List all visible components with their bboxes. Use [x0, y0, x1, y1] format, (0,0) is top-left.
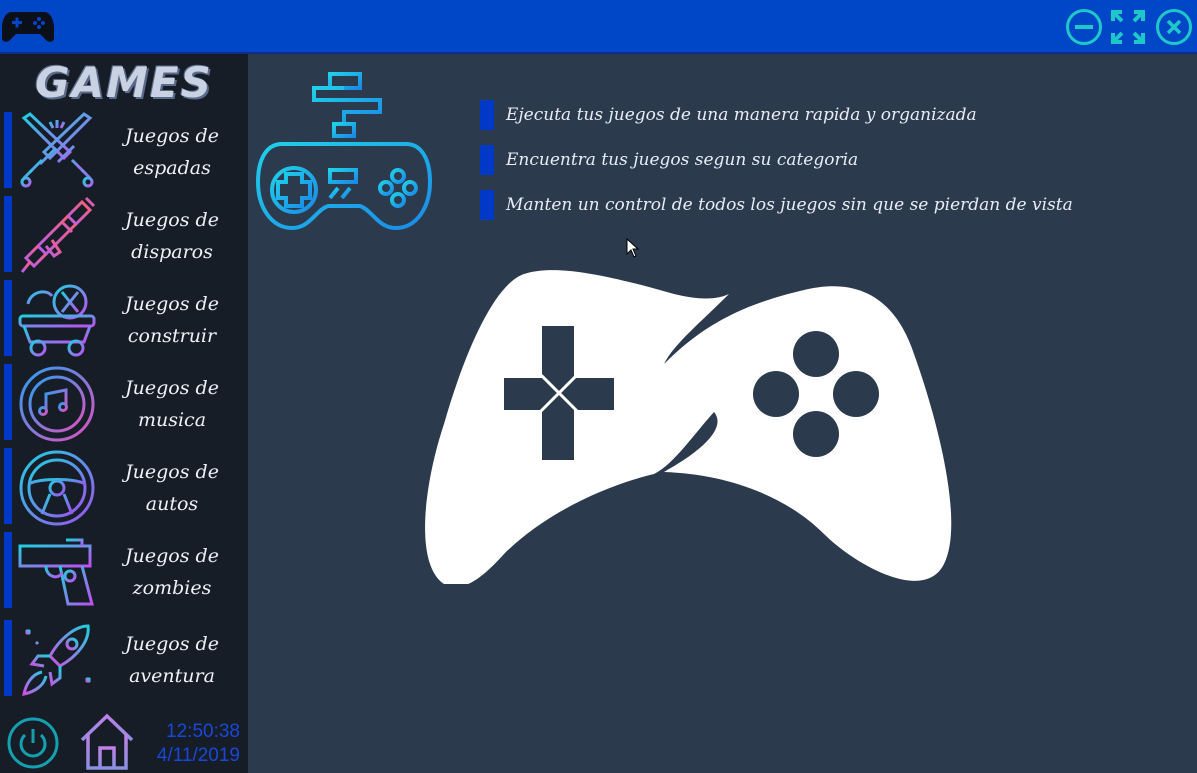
item-label: Juegos de disparos: [110, 198, 234, 274]
label-line1: Juegos de: [125, 461, 219, 483]
label-line2: construir: [127, 325, 217, 347]
wheelbarrow-icon: [18, 284, 96, 357]
item-label: Juegos de espadas: [110, 114, 234, 190]
sidebar-item-aventura[interactable]: Juegos de aventura: [0, 618, 248, 702]
steering-wheel-icon: [19, 450, 95, 526]
brand-title: GAMES: [35, 57, 213, 107]
feature-text: Encuentra tus juegos segun su categoria: [506, 150, 859, 170]
power-icon[interactable]: [6, 716, 60, 770]
label-line1: Juegos de: [125, 209, 219, 231]
feature-marker: [480, 100, 494, 130]
close-button[interactable]: [1156, 9, 1192, 45]
feature-text: Ejecuta tus juegos de una manera rapida …: [506, 105, 977, 125]
home-icon[interactable]: [78, 712, 136, 772]
item-accent: [4, 196, 12, 272]
label-line2: espadas: [133, 157, 211, 179]
sidebar: GAMES Juegos de espadas Juegos de dispar…: [0, 54, 248, 773]
item-label: Juegos de aventura: [110, 622, 234, 698]
sidebar-item-disparos[interactable]: Juegos de disparos: [0, 194, 248, 278]
clock-date: 4/11/2019: [156, 745, 240, 766]
item-accent: [4, 448, 12, 524]
maximize-button[interactable]: [1110, 9, 1146, 45]
sidebar-item-zombies[interactable]: Juegos de zombies: [0, 530, 248, 614]
pistol-icon: [18, 538, 94, 606]
feature-marker: [480, 145, 494, 175]
label-line2: zombies: [132, 577, 212, 599]
label-line1: Juegos de: [125, 377, 219, 399]
item-label: Juegos de construir: [110, 282, 234, 358]
item-label: Juegos de musica: [110, 366, 234, 442]
item-label: Juegos de autos: [110, 450, 234, 526]
gamepad-plug-icon: [255, 60, 433, 231]
close-icon: [1166, 19, 1182, 35]
minimize-icon: [1075, 25, 1093, 29]
clock: 12:50:38 4/11/2019: [148, 720, 240, 768]
sidebar-item-construir[interactable]: Juegos de construir: [0, 278, 248, 362]
feature-text: Manten un control de todos los juegos si…: [506, 195, 1073, 215]
sidebar-item-autos[interactable]: Juegos de autos: [0, 446, 248, 530]
item-label: Juegos de zombies: [110, 534, 234, 610]
item-accent: [4, 112, 12, 188]
maximize-icon: [1111, 10, 1145, 44]
sidebar-item-espadas[interactable]: Juegos de espadas: [0, 110, 248, 194]
label-line1: Juegos de: [125, 545, 219, 567]
sidebar-footer: 12:50:38 4/11/2019: [0, 708, 248, 773]
mouse-cursor-icon: [626, 238, 640, 258]
clock-time: 12:50:38: [166, 721, 240, 742]
label-line2: musica: [137, 409, 207, 431]
rifle-icon: [20, 196, 96, 273]
item-accent: [4, 620, 12, 696]
music-disc-icon: [19, 366, 95, 442]
feature-item: Manten un control de todos los juegos si…: [480, 190, 1180, 220]
item-accent: [4, 532, 12, 608]
large-gamepad-illustration: [425, 270, 952, 584]
label-line2: disparos: [131, 241, 213, 263]
feature-marker: [480, 190, 494, 220]
rocket-icon: [22, 624, 92, 696]
label-line2: aventura: [129, 665, 215, 687]
minimize-button[interactable]: [1066, 9, 1102, 45]
label-line1: Juegos de: [125, 633, 219, 655]
label-line1: Juegos de: [125, 125, 219, 147]
feature-item: Encuentra tus juegos segun su categoria: [480, 145, 1180, 175]
gamepad-logo-icon: [2, 12, 54, 42]
label-line1: Juegos de: [125, 293, 219, 315]
crossed-swords-icon: [20, 112, 94, 188]
title-bar: [0, 0, 1197, 54]
item-accent: [4, 280, 12, 356]
main-content: Ejecuta tus juegos de una manera rapida …: [248, 54, 1197, 773]
label-line2: autos: [145, 493, 199, 515]
feature-item: Ejecuta tus juegos de una manera rapida …: [480, 100, 1180, 130]
sidebar-item-musica[interactable]: Juegos de musica: [0, 362, 248, 446]
item-accent: [4, 364, 12, 440]
